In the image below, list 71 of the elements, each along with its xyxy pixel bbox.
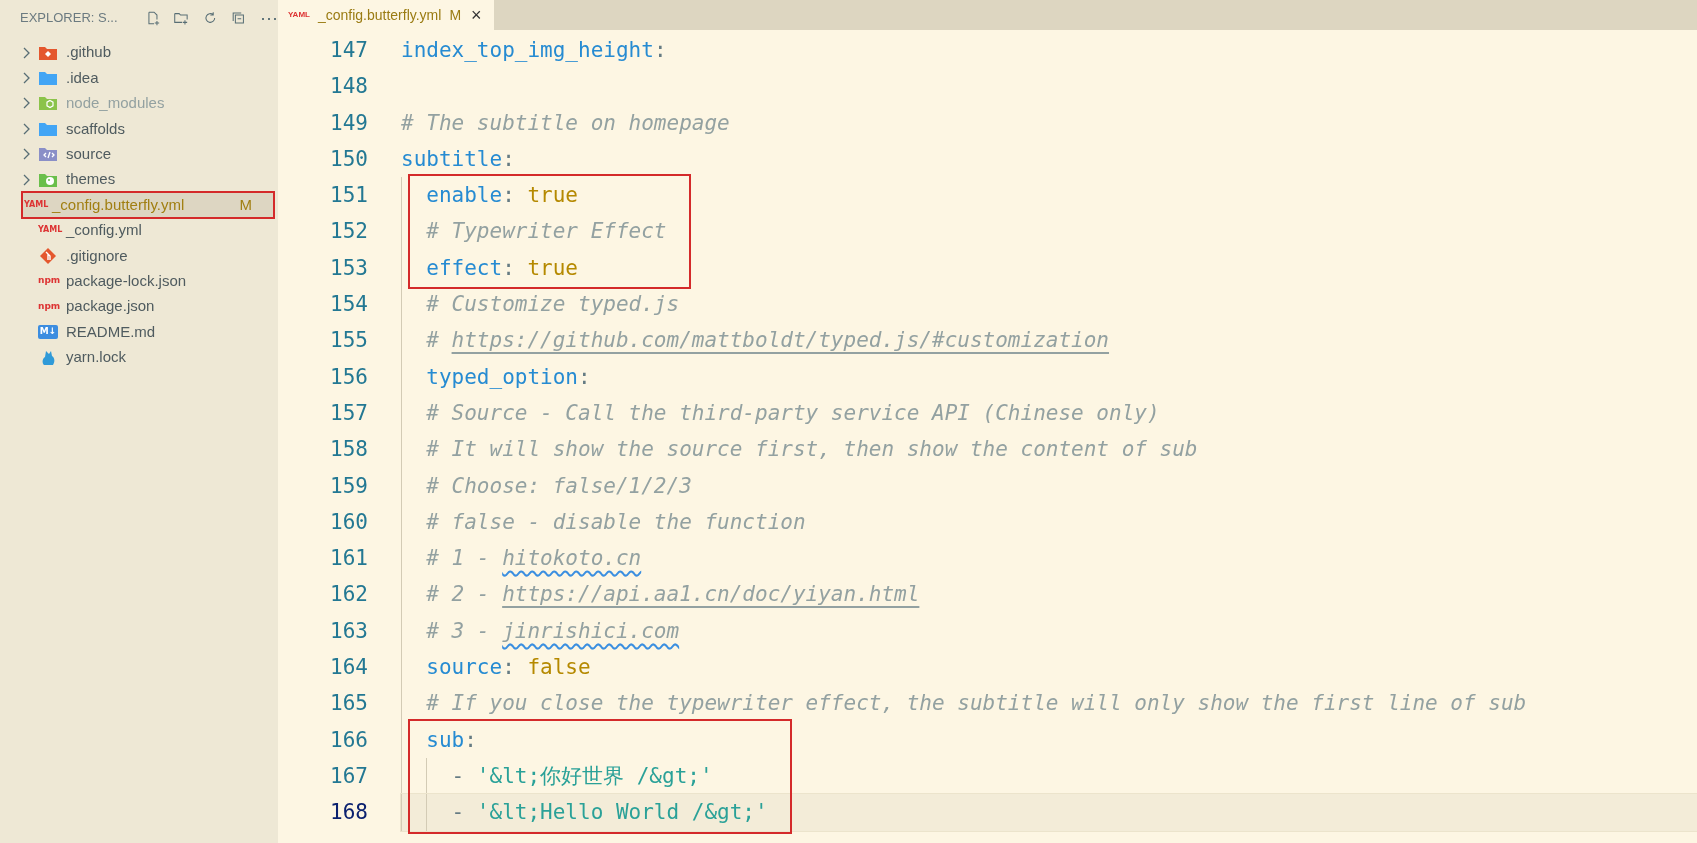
code-line: # 1 - hitokoto.cn bbox=[426, 545, 642, 573]
line-number: 160 bbox=[329, 508, 368, 536]
more-button[interactable]: ⋯ bbox=[260, 9, 278, 27]
code-line: # Typewriter Effect bbox=[426, 218, 667, 246]
code-line: # It will show the source first, then show the content of sub bbox=[426, 436, 1198, 464]
line-number: 150 bbox=[329, 145, 368, 173]
file-tree-item[interactable]: .github bbox=[0, 40, 278, 66]
modified-label: M bbox=[449, 5, 462, 25]
line-number: 154 bbox=[329, 291, 368, 319]
file-tree-item[interactable]: .idea bbox=[0, 65, 278, 91]
line-number: 151 bbox=[329, 182, 368, 210]
tab-label: _config.butterfly.yml bbox=[317, 5, 442, 25]
file-tree-item[interactable]: npm package.json bbox=[0, 293, 278, 320]
npm-icon: npm bbox=[38, 274, 58, 288]
line-number: 167 bbox=[329, 762, 368, 790]
code-line: enable: true bbox=[426, 182, 578, 210]
code-line: # The subtitle on homepage bbox=[401, 109, 730, 137]
node-folder-icon bbox=[38, 94, 58, 113]
npm-icon: npm bbox=[38, 299, 58, 314]
code-folder-icon bbox=[38, 145, 58, 164]
line-number: 156 bbox=[329, 363, 368, 391]
code-line: index_top_img_height: bbox=[401, 37, 667, 64]
modified-label: M bbox=[239, 194, 252, 215]
yaml-icon: YAML bbox=[288, 9, 310, 21]
git-icon bbox=[38, 246, 58, 265]
code-line: - '&lt;Hello World /&gt;' bbox=[451, 799, 768, 827]
code-line: source: false bbox=[426, 654, 591, 682]
line-number: 152 bbox=[329, 218, 368, 246]
line-number: 157 bbox=[329, 399, 368, 427]
code-line: - '&lt;你好世界 /&gt;' bbox=[451, 762, 713, 790]
line-number: 164 bbox=[329, 654, 368, 682]
code-line: subtitle: bbox=[401, 145, 515, 173]
code-line: # Choose: false/1/2/3 bbox=[426, 472, 692, 500]
line-number: 155 bbox=[329, 327, 368, 355]
line-number: 158 bbox=[329, 436, 368, 464]
yaml-icon: YAML bbox=[38, 224, 64, 237]
code-line: # 2 - https://api.aa1.cn/doc/yiyan.html bbox=[426, 581, 920, 609]
code-line: # 3 - jinrishici.com bbox=[426, 617, 680, 645]
code-line: effect: true bbox=[426, 254, 578, 282]
code-line: # false - disable the function bbox=[426, 508, 806, 536]
markdown-icon: M↓ bbox=[38, 325, 58, 339]
line-number: 161 bbox=[329, 545, 368, 573]
line-number: 168 bbox=[329, 799, 368, 827]
folder-icon bbox=[38, 69, 58, 88]
line-number: 153 bbox=[329, 254, 368, 282]
file-tree-item[interactable]: scaffolds bbox=[0, 116, 278, 142]
file-tree-item[interactable]: yarn.lock bbox=[0, 344, 278, 371]
line-number: 148 bbox=[329, 73, 368, 101]
line-number: 163 bbox=[329, 617, 368, 645]
line-number: 165 bbox=[329, 690, 368, 718]
file-tree-item[interactable]: source bbox=[0, 141, 278, 167]
code-line: # Source - Call the third-party service API (Chinese only) bbox=[426, 399, 1160, 427]
editor-tab[interactable]: YAML _config.butterfly.yml M × bbox=[278, 0, 494, 30]
code-line: typed_option: bbox=[426, 363, 591, 391]
line-number: 166 bbox=[329, 726, 368, 754]
code-line: sub: bbox=[426, 726, 477, 754]
close-button[interactable]: × bbox=[469, 6, 484, 24]
file-tree-item[interactable]: YAML _config.yml bbox=[0, 217, 278, 244]
line-number: 147 bbox=[329, 37, 368, 64]
file-tree-item[interactable]: YAML _config.butterfly.yml M bbox=[22, 192, 274, 218]
code-line: # Customize typed.js bbox=[426, 291, 680, 319]
code-line: # https://github.com/mattboldt/typed.js/#customization bbox=[426, 327, 1110, 355]
line-number: 159 bbox=[329, 472, 368, 500]
yaml-icon: YAML bbox=[24, 199, 50, 212]
code-line: # If you close the typewriter effect, the subtitle will only show the first line of sub bbox=[426, 690, 1527, 718]
file-tree-item[interactable]: M↓ README.md bbox=[0, 319, 278, 345]
explorer-title: EXPLORER: S... bbox=[20, 9, 118, 28]
file-tree-item[interactable]: .gitignore bbox=[0, 243, 278, 269]
line-number: 149 bbox=[329, 109, 368, 137]
line-number: 162 bbox=[329, 581, 368, 609]
file-tree-item[interactable]: npm package-lock.json bbox=[0, 268, 278, 294]
